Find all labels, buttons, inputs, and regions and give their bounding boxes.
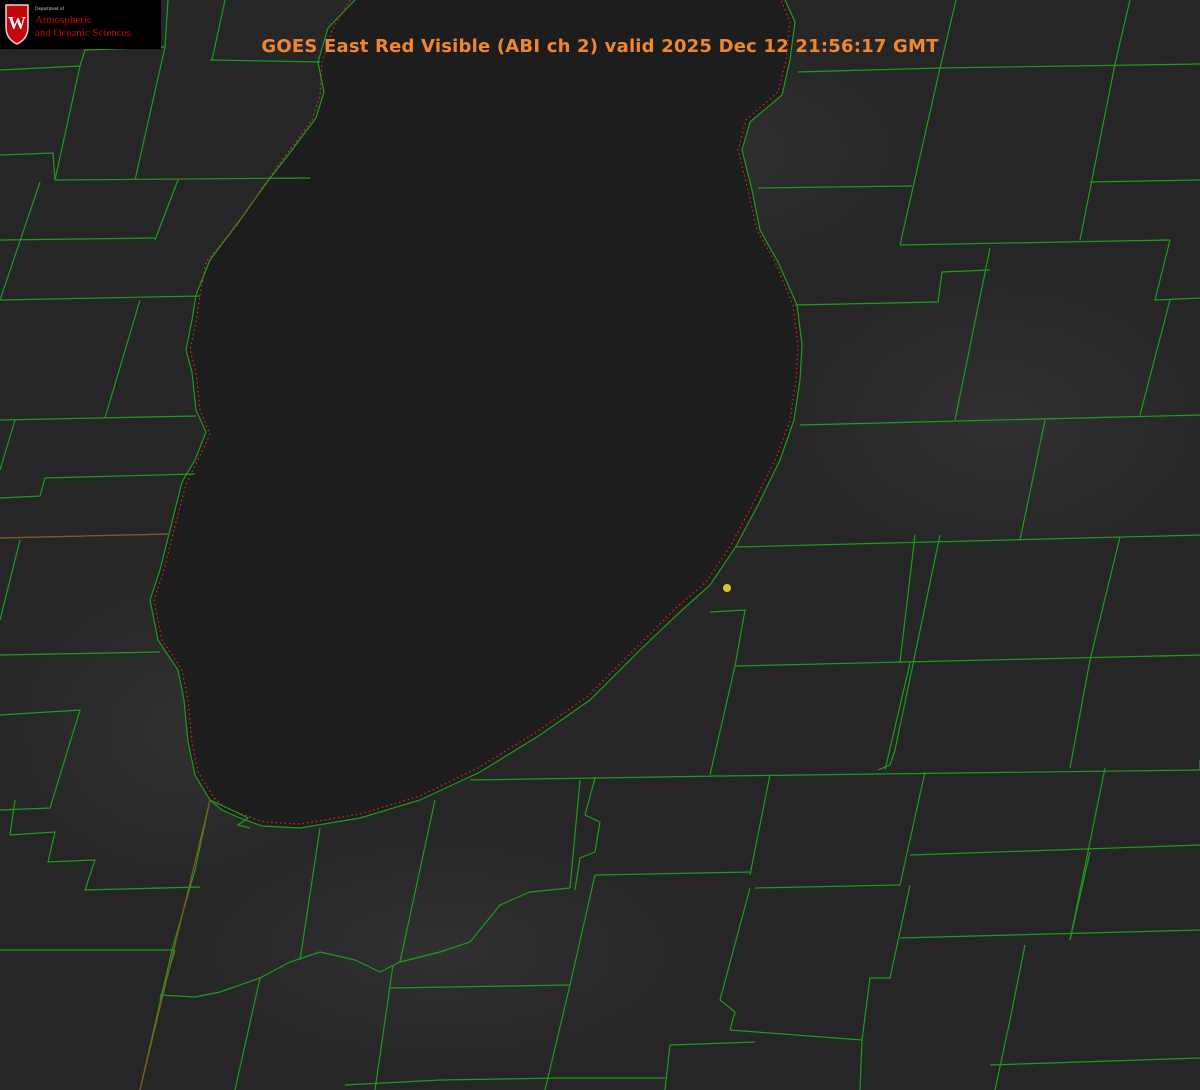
image-title: GOES East Red Visible (ABI ch 2) valid 2…: [261, 36, 939, 57]
cloud-haze: [180, 830, 700, 1070]
station-marker[interactable]: [723, 584, 731, 592]
satellite-map: [0, 0, 1200, 1090]
department-name-line1: Atmospheric: [35, 14, 92, 26]
satellite-image-viewer: W Department of Atmospheric and Oceanic …: [0, 0, 1200, 1090]
svg-text:W: W: [8, 13, 26, 33]
department-label: Department of: [35, 7, 65, 12]
